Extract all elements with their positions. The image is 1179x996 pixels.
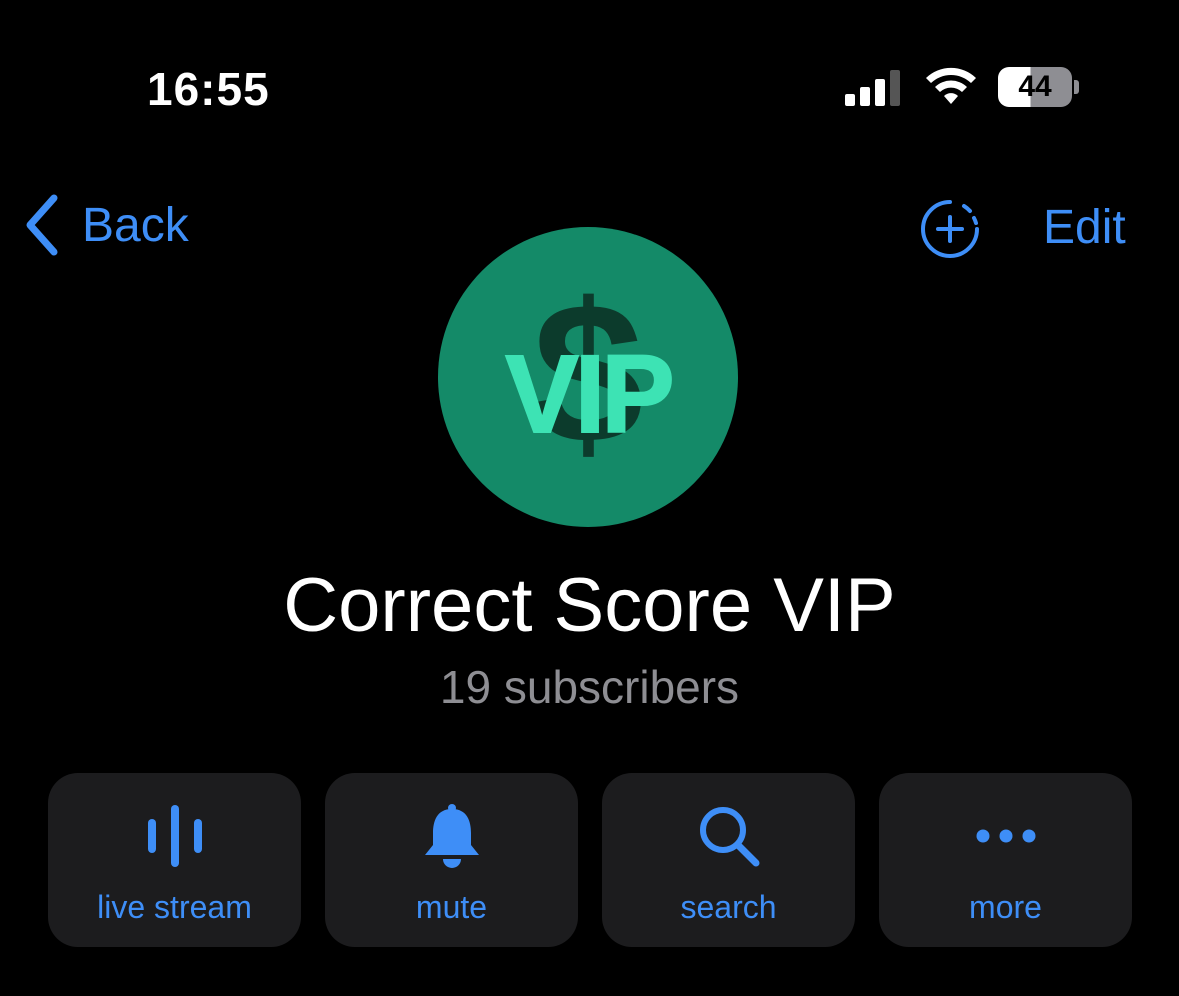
action-buttons: live stream mute search more [48,773,1132,947]
chevron-left-icon [26,194,58,256]
battery-icon: 44 [998,67,1079,107]
search-icon [699,807,759,867]
subscriber-count: 19 subscribers [439,661,740,713]
more-label: more [969,889,1042,925]
live-stream-label: live stream [97,889,252,925]
back-button[interactable]: Back [22,192,189,258]
channel-info-screen: 16:55 44 Back Edit $ VIP Correct Score V… [0,0,1179,996]
search-label: search [680,889,777,925]
wifi-icon [926,67,976,104]
mute-button[interactable]: mute [325,773,578,947]
channel-avatar[interactable]: $ VIP [438,227,738,527]
add-story-icon[interactable] [920,199,980,259]
more-icon [976,829,1035,843]
mute-label: mute [415,889,488,925]
bell-icon [424,804,479,868]
live-stream-icon [147,805,202,867]
avatar-vip-text: VIP [505,333,671,456]
more-button[interactable]: more [879,773,1132,947]
search-button[interactable]: search [602,773,855,947]
vip-dollar-logo: $ VIP [504,262,676,485]
edit-button[interactable]: Edit [1043,200,1126,255]
back-label: Back [82,198,189,252]
cellular-signal-icon [845,70,905,106]
live-stream-button[interactable]: live stream [48,773,301,947]
battery-percentage: 44 [1018,70,1052,103]
channel-title: Correct Score VIP [283,563,896,648]
status-time: 16:55 [147,63,270,115]
